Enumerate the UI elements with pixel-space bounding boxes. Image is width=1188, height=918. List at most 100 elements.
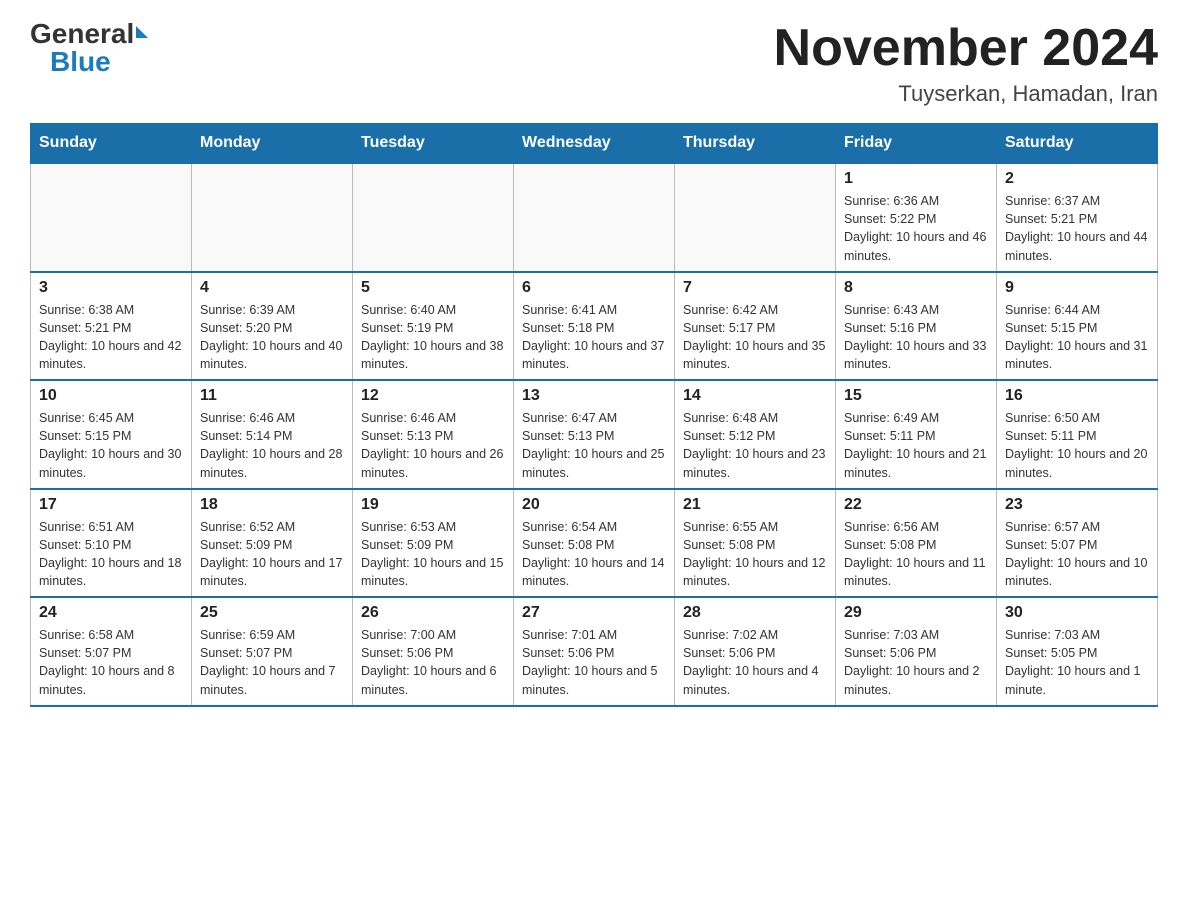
day-number: 29 [844, 604, 988, 622]
day-info: Sunrise: 7:03 AMSunset: 5:05 PMDaylight:… [1005, 626, 1149, 699]
day-info: Sunrise: 6:37 AMSunset: 5:21 PMDaylight:… [1005, 192, 1149, 265]
day-info: Sunrise: 6:39 AMSunset: 5:20 PMDaylight:… [200, 301, 344, 374]
calendar-cell: 21 Sunrise: 6:55 AMSunset: 5:08 PMDayligh… [675, 489, 836, 598]
day-info: Sunrise: 6:53 AMSunset: 5:09 PMDaylight:… [361, 518, 505, 591]
month-title: November 2024 [774, 20, 1158, 77]
calendar-cell: 24Sunrise: 6:58 AMSunset: 5:07 PMDayligh… [31, 597, 192, 706]
day-number: 2 [1005, 170, 1149, 188]
day-number: 19 [361, 496, 505, 514]
calendar-cell: 27 Sunrise: 7:01 AMSunset: 5:06 PMDayligh… [514, 597, 675, 706]
calendar-cell: 7 Sunrise: 6:42 AMSunset: 5:17 PMDaylight… [675, 272, 836, 381]
day-info: Sunrise: 7:03 AMSunset: 5:06 PMDaylight:… [844, 626, 988, 699]
day-info: Sunrise: 6:55 AMSunset: 5:08 PMDaylight:… [683, 518, 827, 591]
day-number: 1 [844, 170, 988, 188]
day-number: 21 [683, 496, 827, 514]
calendar-header-wednesday: Wednesday [514, 124, 675, 164]
day-number: 10 [39, 387, 183, 405]
calendar-cell: 26 Sunrise: 7:00 AMSunset: 5:06 PMDayligh… [353, 597, 514, 706]
title-block: November 2024 Tuyserkan, Hamadan, Iran [774, 20, 1158, 107]
calendar-cell: 3 Sunrise: 6:38 AMSunset: 5:21 PMDaylight… [31, 272, 192, 381]
day-info: Sunrise: 6:38 AMSunset: 5:21 PMDaylight:… [39, 301, 183, 374]
day-number: 26 [361, 604, 505, 622]
calendar-cell: 6Sunrise: 6:41 AMSunset: 5:18 PMDaylight… [514, 272, 675, 381]
day-number: 8 [844, 279, 988, 297]
calendar-cell: 16 Sunrise: 6:50 AMSunset: 5:11 PMDayligh… [997, 380, 1158, 489]
page-header: General Blue November 2024 Tuyserkan, Ha… [30, 20, 1158, 107]
calendar-cell: 30 Sunrise: 7:03 AMSunset: 5:05 PMDayligh… [997, 597, 1158, 706]
calendar-cell [31, 163, 192, 272]
day-number: 23 [1005, 496, 1149, 514]
calendar-cell: 4 Sunrise: 6:39 AMSunset: 5:20 PMDaylight… [192, 272, 353, 381]
day-number: 28 [683, 604, 827, 622]
day-number: 15 [844, 387, 988, 405]
calendar-week-row: 24Sunrise: 6:58 AMSunset: 5:07 PMDayligh… [31, 597, 1158, 706]
day-info: Sunrise: 6:54 AMSunset: 5:08 PMDaylight:… [522, 518, 666, 591]
day-number: 3 [39, 279, 183, 297]
day-number: 25 [200, 604, 344, 622]
day-number: 13 [522, 387, 666, 405]
calendar-week-row: 1 Sunrise: 6:36 AMSunset: 5:22 PMDaylight… [31, 163, 1158, 272]
day-info: Sunrise: 6:49 AMSunset: 5:11 PMDaylight:… [844, 409, 988, 482]
day-number: 30 [1005, 604, 1149, 622]
day-number: 22 [844, 496, 988, 514]
day-info: Sunrise: 6:56 AMSunset: 5:08 PMDaylight:… [844, 518, 988, 591]
calendar-cell [675, 163, 836, 272]
calendar-header-saturday: Saturday [997, 124, 1158, 164]
day-info: Sunrise: 6:44 AMSunset: 5:15 PMDaylight:… [1005, 301, 1149, 374]
day-info: Sunrise: 6:50 AMSunset: 5:11 PMDaylight:… [1005, 409, 1149, 482]
calendar-header-monday: Monday [192, 124, 353, 164]
day-number: 14 [683, 387, 827, 405]
day-info: Sunrise: 6:43 AMSunset: 5:16 PMDaylight:… [844, 301, 988, 374]
calendar-header-thursday: Thursday [675, 124, 836, 164]
day-number: 7 [683, 279, 827, 297]
day-info: Sunrise: 6:42 AMSunset: 5:17 PMDaylight:… [683, 301, 827, 374]
day-info: Sunrise: 6:48 AMSunset: 5:12 PMDaylight:… [683, 409, 827, 482]
calendar-cell [353, 163, 514, 272]
day-number: 4 [200, 279, 344, 297]
calendar-cell: 1 Sunrise: 6:36 AMSunset: 5:22 PMDaylight… [836, 163, 997, 272]
day-info: Sunrise: 6:47 AMSunset: 5:13 PMDaylight:… [522, 409, 666, 482]
calendar-week-row: 10Sunrise: 6:45 AMSunset: 5:15 PMDayligh… [31, 380, 1158, 489]
day-info: Sunrise: 6:41 AMSunset: 5:18 PMDaylight:… [522, 301, 666, 374]
calendar-cell: 28 Sunrise: 7:02 AMSunset: 5:06 PMDayligh… [675, 597, 836, 706]
calendar-cell: 12 Sunrise: 6:46 AMSunset: 5:13 PMDayligh… [353, 380, 514, 489]
calendar-cell: 15 Sunrise: 6:49 AMSunset: 5:11 PMDayligh… [836, 380, 997, 489]
calendar-table: SundayMondayTuesdayWednesdayThursdayFrid… [30, 123, 1158, 707]
day-info: Sunrise: 6:51 AMSunset: 5:10 PMDaylight:… [39, 518, 183, 591]
day-info: Sunrise: 6:59 AMSunset: 5:07 PMDaylight:… [200, 626, 344, 699]
calendar-cell: 10Sunrise: 6:45 AMSunset: 5:15 PMDayligh… [31, 380, 192, 489]
day-number: 27 [522, 604, 666, 622]
day-number: 16 [1005, 387, 1149, 405]
calendar-cell: 20Sunrise: 6:54 AMSunset: 5:08 PMDayligh… [514, 489, 675, 598]
calendar-cell [192, 163, 353, 272]
day-number: 5 [361, 279, 505, 297]
calendar-week-row: 17 Sunrise: 6:51 AMSunset: 5:10 PMDayligh… [31, 489, 1158, 598]
day-info: Sunrise: 6:58 AMSunset: 5:07 PMDaylight:… [39, 626, 183, 699]
calendar-cell: 29 Sunrise: 7:03 AMSunset: 5:06 PMDayligh… [836, 597, 997, 706]
calendar-cell: 23 Sunrise: 6:57 AMSunset: 5:07 PMDayligh… [997, 489, 1158, 598]
day-info: Sunrise: 6:57 AMSunset: 5:07 PMDaylight:… [1005, 518, 1149, 591]
day-number: 18 [200, 496, 344, 514]
calendar-cell: 2 Sunrise: 6:37 AMSunset: 5:21 PMDaylight… [997, 163, 1158, 272]
calendar-header-friday: Friday [836, 124, 997, 164]
calendar-header-tuesday: Tuesday [353, 124, 514, 164]
calendar-cell: 19 Sunrise: 6:53 AMSunset: 5:09 PMDayligh… [353, 489, 514, 598]
logo-triangle-icon [136, 26, 148, 38]
day-info: Sunrise: 6:52 AMSunset: 5:09 PMDaylight:… [200, 518, 344, 591]
day-info: Sunrise: 6:46 AMSunset: 5:14 PMDaylight:… [200, 409, 344, 482]
calendar-cell: 14 Sunrise: 6:48 AMSunset: 5:12 PMDayligh… [675, 380, 836, 489]
calendar-cell: 13 Sunrise: 6:47 AMSunset: 5:13 PMDayligh… [514, 380, 675, 489]
day-number: 11 [200, 387, 344, 405]
day-info: Sunrise: 7:00 AMSunset: 5:06 PMDaylight:… [361, 626, 505, 699]
calendar-cell: 17 Sunrise: 6:51 AMSunset: 5:10 PMDayligh… [31, 489, 192, 598]
day-info: Sunrise: 6:46 AMSunset: 5:13 PMDaylight:… [361, 409, 505, 482]
day-info: Sunrise: 7:01 AMSunset: 5:06 PMDaylight:… [522, 626, 666, 699]
day-info: Sunrise: 6:36 AMSunset: 5:22 PMDaylight:… [844, 192, 988, 265]
day-info: Sunrise: 7:02 AMSunset: 5:06 PMDaylight:… [683, 626, 827, 699]
calendar-header-row: SundayMondayTuesdayWednesdayThursdayFrid… [31, 124, 1158, 164]
calendar-cell: 22 Sunrise: 6:56 AMSunset: 5:08 PMDayligh… [836, 489, 997, 598]
day-number: 12 [361, 387, 505, 405]
logo-general-text: General [30, 20, 134, 48]
day-number: 17 [39, 496, 183, 514]
logo-blue-text: Blue [50, 48, 111, 76]
